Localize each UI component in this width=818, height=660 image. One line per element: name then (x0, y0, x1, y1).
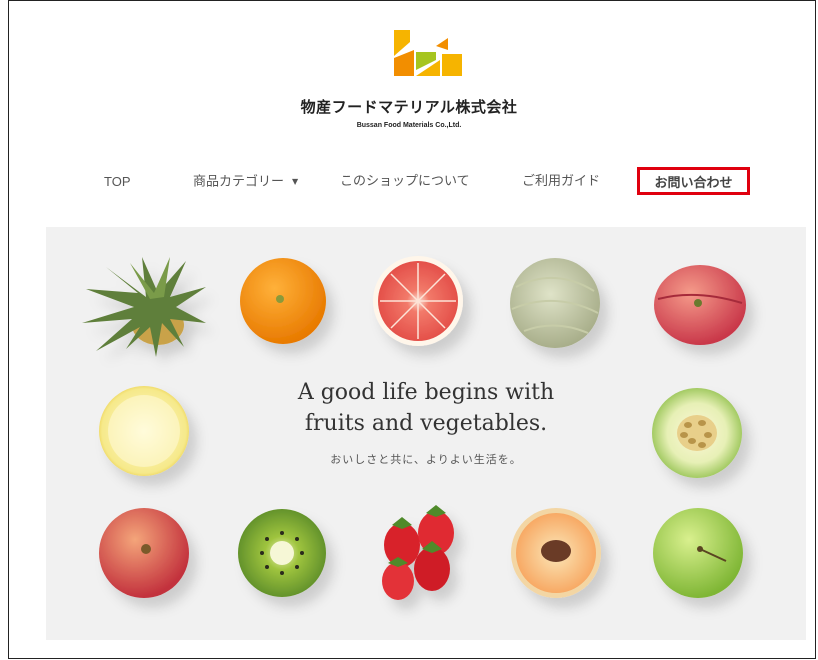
white-peach-image (511, 508, 601, 598)
melon-image (510, 258, 600, 348)
peach-image (654, 265, 746, 345)
caret-down-icon: ▼ (292, 177, 299, 186)
lemon-image (99, 386, 189, 476)
nav-user-guide-label: ご利用ガイド (522, 174, 601, 189)
pineapple-image (82, 257, 206, 357)
nav-about-shop[interactable]: このショップについて (340, 166, 470, 198)
grapefruit-image (373, 256, 463, 346)
orange-stem (276, 295, 284, 303)
hero-title-line2: fruits and vegetables. (304, 411, 548, 436)
logo-shape-6 (436, 38, 448, 50)
kiwi-image (238, 509, 326, 597)
nav-contact[interactable]: お問い合わせ (637, 167, 750, 195)
hero-banner[interactable]: A good life begins with fruits and veget… (46, 227, 806, 640)
honeydew-melon-image (652, 388, 742, 478)
strawberries-image (382, 505, 454, 600)
nav-contact-label: お問い合わせ (654, 176, 733, 191)
nav-user-guide[interactable]: ご利用ガイド (522, 166, 600, 198)
green-apple-image (653, 508, 743, 598)
company-logo[interactable] (392, 28, 464, 84)
apple-image (99, 508, 189, 598)
company-name-jp: 物産フードマテリアル株式会社 (300, 98, 518, 116)
nav-top[interactable]: TOP (104, 166, 131, 198)
company-name-en: Bussan Food Materials Co.,Ltd. (356, 122, 462, 129)
nav-about-shop-label: このショップについて (340, 174, 470, 189)
nav-product-category-label: 商品カテゴリー (193, 174, 285, 190)
logo-shape-5 (442, 54, 462, 76)
hero-subtitle: おいしさと共に、よりよい生活を。 (330, 453, 522, 466)
nav-top-label: TOP (104, 174, 131, 189)
logo-shape-2 (394, 50, 414, 76)
nav-product-category[interactable]: 商品カテゴリー ▼ (193, 166, 298, 198)
main-nav: TOP 商品カテゴリー ▼ このショップについて ご利用ガイド お問い合わせ (0, 166, 818, 200)
hero-title-line1: A good life begins with (297, 380, 555, 405)
logo-shape-1 (394, 30, 410, 56)
hero-title: A good life begins with fruits and veget… (236, 377, 616, 439)
